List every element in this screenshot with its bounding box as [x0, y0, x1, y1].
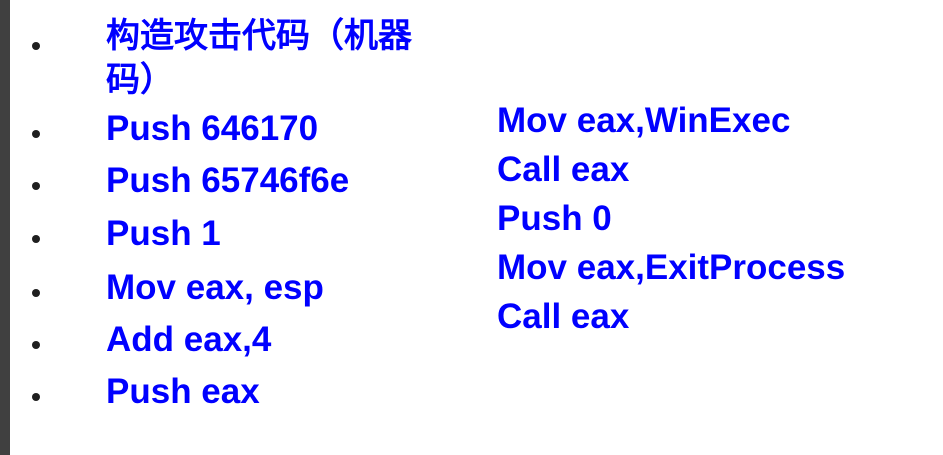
- bullet-dot: [32, 289, 40, 297]
- bullet-text-continuation: 码）: [106, 60, 174, 100]
- code-line: Call eax: [497, 297, 630, 336]
- left-edge-strip: [0, 0, 10, 455]
- bullet-text: Mov eax, esp: [106, 268, 324, 307]
- bullet-dot: [32, 182, 40, 190]
- code-line: Push 0: [497, 199, 612, 238]
- bullet-dot: [32, 130, 40, 138]
- slide: 构造攻击代码（机器 码） Push 646170 Push 65746f6e P…: [10, 0, 943, 455]
- bullet-dot: [32, 341, 40, 349]
- bullet-text: 构造攻击代码（机器: [106, 16, 412, 56]
- bullet-dot: [32, 393, 40, 401]
- bullet-text: Push 65746f6e: [106, 161, 350, 200]
- bullet-dot: [32, 235, 40, 243]
- bullet-text: Push eax: [106, 372, 260, 411]
- code-line: Call eax: [497, 150, 630, 189]
- code-line: Mov eax,WinExec: [497, 101, 791, 140]
- code-line: Mov eax,ExitProcess: [497, 248, 846, 287]
- bullet-text: Push 1: [106, 214, 221, 253]
- bullet-text: Add eax,4: [106, 320, 272, 359]
- bullet-text: Push 646170: [106, 109, 319, 148]
- bullet-list: 构造攻击代码（机器 码） Push 646170 Push 65746f6e P…: [10, 0, 490, 455]
- bullet-dot: [32, 42, 40, 50]
- right-code-column: Mov eax,WinExec Call eax Push 0 Mov eax,…: [497, 96, 937, 341]
